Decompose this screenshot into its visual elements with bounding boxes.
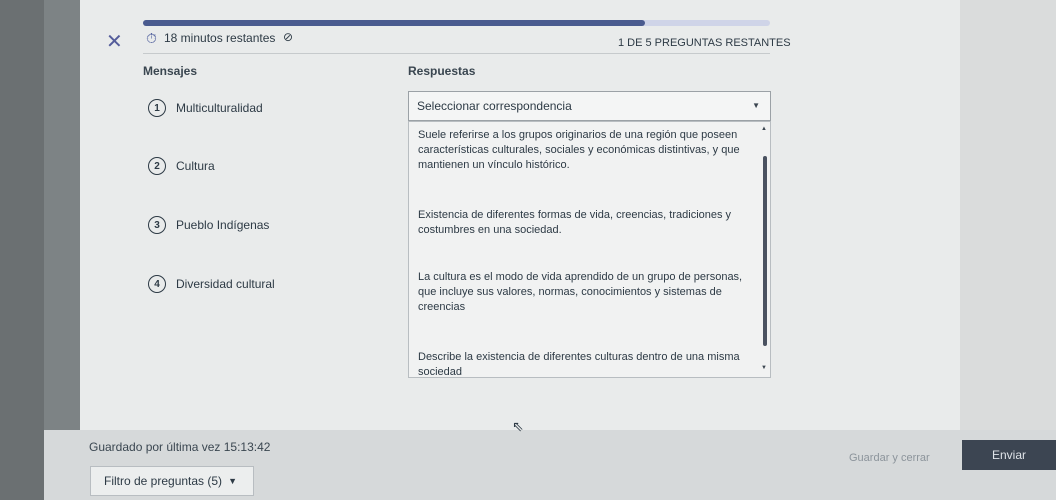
match-select[interactable]: Seleccionar correspondencia ▼ xyxy=(408,91,771,121)
timer-text: 18 minutos restantes xyxy=(164,31,276,45)
number-badge: 1 xyxy=(148,99,166,117)
left-strip xyxy=(44,0,80,430)
timer-icon: ⏱ xyxy=(146,30,157,46)
number-badge: 2 xyxy=(148,157,166,175)
number-badge: 4 xyxy=(148,275,166,293)
submit-label: Enviar xyxy=(991,448,1026,462)
save-and-close-button[interactable]: Guardar y cerrar xyxy=(849,452,930,464)
message-item: 3 Pueblo Indígenas xyxy=(148,216,269,234)
scroll-up-icon[interactable]: ▲ xyxy=(761,126,767,132)
option-item[interactable]: La cultura es el modo de vida aprendido … xyxy=(418,270,756,315)
left-edge xyxy=(0,0,44,500)
messages-heading: Mensajes xyxy=(143,64,198,78)
header-divider xyxy=(143,53,770,54)
option-item[interactable]: Describe la existencia de diferentes cul… xyxy=(418,350,756,377)
scroll-thumb[interactable] xyxy=(763,156,767,346)
close-icon[interactable]: ✕ xyxy=(106,29,123,54)
message-item: 2 Cultura xyxy=(148,157,215,175)
option-item[interactable]: Existencia de diferentes formas de vida,… xyxy=(418,208,756,238)
progress-label: 1 DE 5 PREGUNTAS RESTANTES xyxy=(618,37,791,49)
message-item: 4 Diversidad cultural xyxy=(148,275,275,293)
caret-down-icon: ▼ xyxy=(228,476,237,486)
progress-bar xyxy=(143,20,770,26)
message-label: Multiculturalidad xyxy=(176,101,263,115)
eye-slash-icon[interactable]: ⊘ xyxy=(283,30,293,44)
chevron-down-icon: ▼ xyxy=(752,101,760,110)
options-list[interactable]: Suele referirse a los grupos originarios… xyxy=(408,121,771,378)
option-item[interactable]: Suele referirse a los grupos originarios… xyxy=(418,128,756,173)
mouse-cursor-icon: ⇖ xyxy=(512,418,524,434)
question-filter-button[interactable]: Filtro de preguntas (5) ▼ xyxy=(90,466,254,496)
message-item: 1 Multiculturalidad xyxy=(148,99,263,117)
message-label: Pueblo Indígenas xyxy=(176,218,270,232)
filter-label: Filtro de preguntas (5) xyxy=(104,474,223,488)
submit-button[interactable]: Enviar xyxy=(962,440,1056,470)
answers-heading: Respuestas xyxy=(408,64,476,78)
message-label: Cultura xyxy=(176,159,215,173)
progress-fill xyxy=(143,20,645,26)
last-saved-text: Guardado por última vez 15:13:42 xyxy=(89,440,271,454)
select-placeholder: Seleccionar correspondencia xyxy=(417,99,572,113)
number-badge: 3 xyxy=(148,216,166,234)
message-label: Diversidad cultural xyxy=(176,277,275,291)
options-scrollbar[interactable]: ▲ ▼ xyxy=(760,122,770,377)
right-area xyxy=(960,0,1056,430)
scroll-down-icon[interactable]: ▼ xyxy=(761,365,767,371)
